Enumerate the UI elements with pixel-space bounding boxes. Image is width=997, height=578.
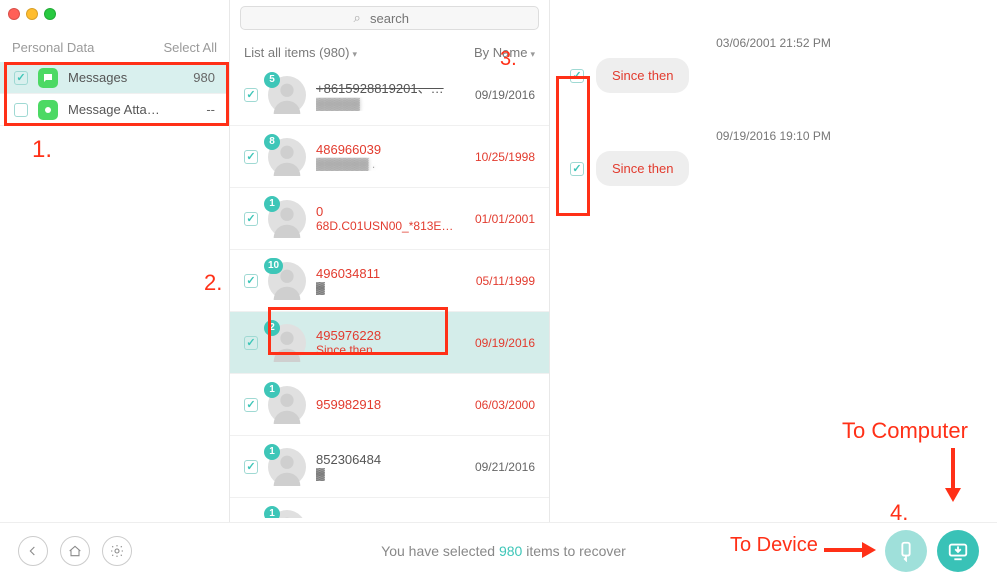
conversation-row[interactable]: 1lucy [230, 498, 549, 518]
sidebar-section-title: Personal Data [12, 40, 94, 55]
checkbox[interactable] [244, 150, 258, 164]
bottom-toolbar: You have selected 980 items to recover [0, 522, 997, 578]
sidebar: Personal Data Select All Messages980Mess… [0, 0, 230, 578]
conversation-date: 09/19/2016 [475, 88, 535, 102]
unread-badge: 5 [264, 72, 280, 88]
avatar: 1 [268, 448, 306, 486]
checkbox[interactable] [244, 460, 258, 474]
select-all-button[interactable]: Select All [164, 40, 217, 55]
conversation-date: 01/01/2001 [475, 212, 535, 226]
checkbox[interactable] [14, 71, 28, 85]
avatar: 1 [268, 200, 306, 238]
sidebar-item-messages[interactable]: Messages 980 [0, 62, 229, 94]
messages-icon [38, 68, 58, 88]
conversation-name: +8615928819201、… [316, 78, 465, 97]
conversation-row[interactable]: 1068D.C01USN00_*813E…01/01/2001 [230, 188, 549, 250]
conversation-date: 05/11/1999 [476, 274, 535, 288]
unread-badge: 1 [264, 506, 280, 519]
conversation-row[interactable]: 5 +8615928819201、…▓▓▓▓▓ 09/19/2016 [230, 64, 549, 126]
filter-items-dropdown[interactable]: List all items (980)▾ [244, 45, 357, 60]
conversation-name: 852306484 [316, 452, 465, 467]
unread-badge: 10 [264, 258, 283, 274]
conversation-preview: ▓▓▓▓▓▓ . [316, 157, 465, 171]
message-bubble: Since then [596, 151, 689, 186]
message-timestamp: 09/19/2016 19:10 PM [550, 129, 997, 143]
conversation-date: 10/25/1998 [475, 150, 535, 164]
conversation-row[interactable]: 1 852306484▓ 09/21/2016 [230, 436, 549, 498]
checkbox[interactable] [570, 162, 584, 176]
message-attachments-icon [38, 100, 58, 120]
conversation-preview: ▓ [316, 467, 465, 481]
conversation-name: 486966039 [316, 142, 465, 157]
conversation-name: 495976228 [316, 328, 465, 343]
message-bubble: Since then [596, 58, 689, 93]
conversation-preview: ▓ [316, 281, 466, 295]
checkbox[interactable] [244, 398, 258, 412]
sidebar-item-label: Message Atta… [68, 102, 160, 117]
search-wrap: ⌕ [240, 6, 539, 30]
conversation-preview: 68D.C01USN00_*813E… [316, 219, 465, 233]
unread-badge: 1 [264, 444, 280, 460]
checkbox[interactable] [570, 69, 584, 83]
sidebar-item-count: -- [206, 102, 215, 117]
home-button[interactable] [60, 536, 90, 566]
sidebar-item-message-atta-[interactable]: Message Atta… -- [0, 94, 229, 126]
message-detail-panel: 03/06/2001 21:52 PM Since then 09/19/2016 … [550, 0, 997, 518]
checkbox[interactable] [14, 103, 28, 117]
checkbox[interactable] [244, 274, 258, 288]
conversation-row[interactable]: 8 486966039▓▓▓▓▓▓ . 10/25/1998 [230, 126, 549, 188]
conversation-name: 0 [316, 204, 465, 219]
checkbox[interactable] [244, 88, 258, 102]
sidebar-item-count: 980 [193, 70, 215, 85]
conversation-preview: Since then [316, 343, 465, 357]
avatar: 5 [268, 76, 306, 114]
avatar: 10 [268, 262, 306, 300]
sidebar-item-label: Messages [68, 70, 127, 85]
avatar: 8 [268, 138, 306, 176]
conversation-name: 959982918 [316, 397, 465, 412]
avatar: 2 [268, 324, 306, 362]
conversation-date: 06/03/2000 [475, 398, 535, 412]
recover-to-computer-button[interactable] [937, 530, 979, 572]
unread-badge: 1 [264, 196, 280, 212]
recover-to-device-button[interactable] [885, 530, 927, 572]
conversation-preview: ▓▓▓▓▓ [316, 97, 465, 111]
conversation-panel: ⌕ List all items (980)▾ By Name▾ 5 +86159… [230, 0, 550, 578]
conversation-date: 09/21/2016 [475, 460, 535, 474]
back-button[interactable] [18, 536, 48, 566]
conversation-date: 09/19/2016 [475, 336, 535, 350]
message-row: Since then [550, 58, 997, 93]
conversation-name: 496034811 [316, 266, 466, 281]
settings-button[interactable] [102, 536, 132, 566]
checkbox[interactable] [244, 336, 258, 350]
search-input[interactable] [240, 6, 539, 30]
checkbox[interactable] [244, 212, 258, 226]
message-row: Since then [550, 151, 997, 186]
unread-badge: 8 [264, 134, 280, 150]
conversation-row[interactable]: 1 959982918 06/03/2000 [230, 374, 549, 436]
avatar: 1 [268, 386, 306, 424]
sort-by-dropdown[interactable]: By Name▾ [474, 45, 535, 60]
unread-badge: 1 [264, 382, 280, 398]
message-timestamp: 03/06/2001 21:52 PM [550, 36, 997, 50]
unread-badge: 2 [264, 320, 280, 336]
selection-status-text: You have selected 980 items to recover [132, 543, 875, 559]
avatar: 1 [268, 510, 306, 519]
conversation-row[interactable]: 2 495976228Since then 09/19/2016 [230, 312, 549, 374]
conversation-row[interactable]: 10 496034811▓ 05/11/1999 [230, 250, 549, 312]
